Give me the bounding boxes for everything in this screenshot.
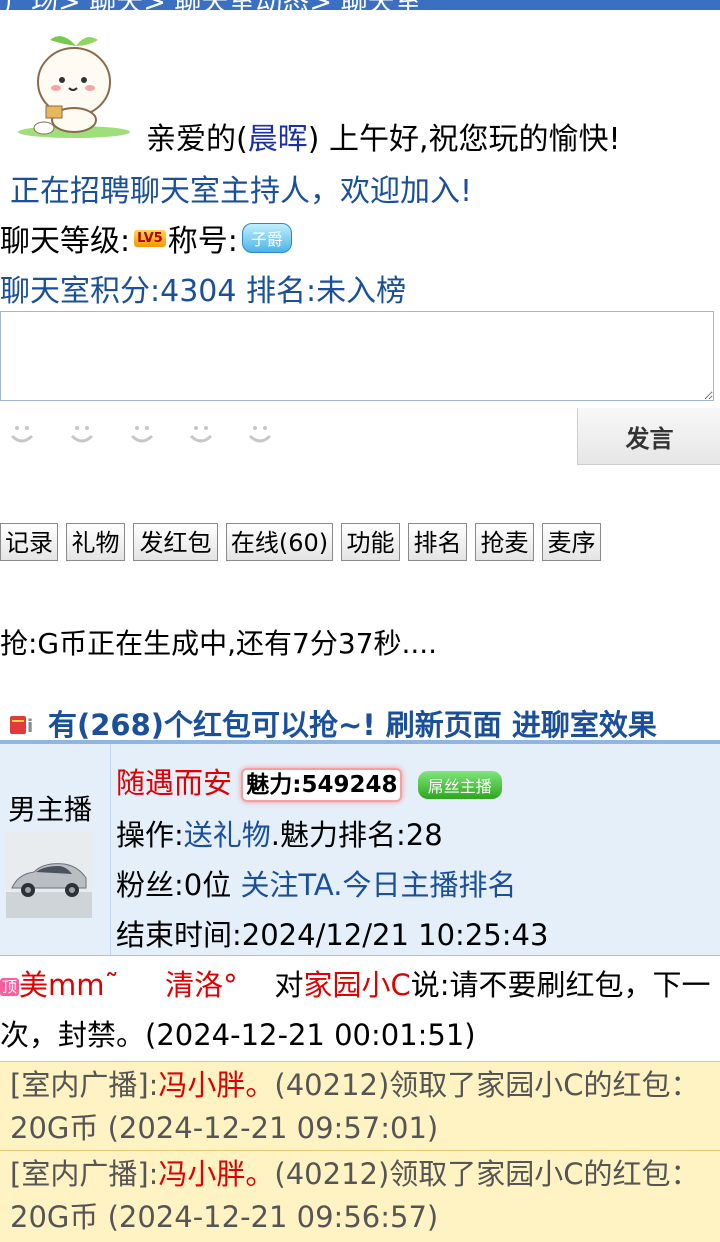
broadcast-user-link[interactable]: 冯小胖。 xyxy=(158,1157,274,1191)
greeting-prefix: 亲爱的( xyxy=(146,122,248,157)
refresh-page-link[interactable]: 刷新页面 xyxy=(386,702,502,744)
charm-rank-value: 28 xyxy=(405,818,443,852)
grab-mic-button[interactable]: 抢麦 xyxy=(475,523,534,561)
smile-icon[interactable] xyxy=(187,420,215,448)
recruit-host-link[interactable]: 正在招聘聊天室主持人，欢迎加入! xyxy=(10,166,472,210)
chat-sender-link[interactable]: 美mm˜ xyxy=(19,968,119,1002)
grab-coins-status: 抢:G币正在生成中,还有7分37秒.... xyxy=(0,627,438,660)
online-button[interactable]: 在线(60) xyxy=(226,523,333,561)
charm-value: 549248 xyxy=(301,772,398,798)
level-badge-icon: LV5 xyxy=(134,229,166,247)
smile-icon[interactable] xyxy=(128,420,156,448)
anchor-end-time-row: 结束时间:2024/12/21 10:25:43 xyxy=(116,912,548,954)
anchor-name-link[interactable]: 随遇而安 xyxy=(116,766,232,800)
chat-sender2-link[interactable]: 清洛° xyxy=(165,968,238,1002)
anchor-fans-row: 粉丝:0位 关注TA.今日主播排名 xyxy=(116,862,516,904)
send-red-packet-button[interactable]: 发红包 xyxy=(133,523,218,561)
records-button[interactable]: 记录 xyxy=(0,523,58,561)
room-effects-link[interactable]: 进聊室效果 xyxy=(512,702,657,744)
ranking-button[interactable]: 排名 xyxy=(408,523,467,561)
breadcrumb[interactable]: 广场> 聊天> 聊天室动态> 聊天室 xyxy=(4,0,422,10)
red-packet-count-link[interactable]: 有(268)个红包可以抢~! xyxy=(48,702,376,744)
rank-label: 排名: xyxy=(236,274,317,309)
anchor-panel: 男主播 随遇而安 魅力:549248 屌丝主播 操作:送礼物.魅力排名:28 粉… xyxy=(0,740,720,956)
end-time-value: 2024/12/21 10:25:43 xyxy=(241,918,549,952)
broadcast-prefix: [室内广播]: xyxy=(10,1068,159,1102)
username-link[interactable]: 晨晖 xyxy=(248,122,308,157)
broadcast-message: [室内广播]:冯小胖。(40212)领取了家园小C的红包：20G币 (2024-… xyxy=(0,1150,720,1242)
red-packet-icon: i xyxy=(10,716,33,736)
anchor-avatar[interactable] xyxy=(6,832,92,918)
anchor-type-badge-icon: 屌丝主播 xyxy=(417,771,502,799)
chat-message: 顶美mm˜ 清洛° 对家园小C说:请不要刷红包，下一次，封禁。(2024-12-… xyxy=(0,960,714,1060)
anchor-role: 男主播 xyxy=(8,793,93,826)
fans-label: 粉丝: xyxy=(116,868,184,902)
chat-to-prefix: 对 xyxy=(274,968,304,1002)
charm-rank-label: .魅力排名: xyxy=(270,818,406,852)
svg-text:i: i xyxy=(27,716,33,736)
chat-points-row[interactable]: 聊天室积分:4304 排名:未入榜 xyxy=(0,266,406,310)
smile-icon[interactable] xyxy=(8,420,36,448)
greeting: 亲爱的(晨晖) 上午好,祝您玩的愉快! xyxy=(146,114,621,158)
mic-queue-button[interactable]: 麦序 xyxy=(542,523,601,561)
charm-badge: 魅力:549248 xyxy=(241,768,403,802)
sprout-mascot-icon xyxy=(18,36,130,138)
send-gift-link[interactable]: 送礼物 xyxy=(184,818,271,852)
fans-value: 0位 xyxy=(183,868,232,902)
functions-button[interactable]: 功能 xyxy=(341,523,400,561)
send-button[interactable]: 发言 xyxy=(577,408,720,465)
broadcast-message: [室内广播]:冯小胖。(40212)领取了家园小C的红包：20G币 (2024-… xyxy=(0,1061,720,1153)
smile-icon[interactable] xyxy=(68,420,96,448)
points-value: 4304 xyxy=(160,274,237,309)
anchor-left-column: 男主播 xyxy=(0,744,111,955)
gifts-button[interactable]: 礼物 xyxy=(66,523,125,561)
title-badge-icon: 子爵 xyxy=(241,223,292,253)
red-packet-banner: i 有(268)个红包可以抢~! 刷新页面 进聊室效果 xyxy=(8,702,657,744)
points-label: 聊天室积分: xyxy=(0,274,161,309)
broadcast-prefix: [室内广播]: xyxy=(10,1157,159,1191)
chat-level-label: 聊天等级: xyxy=(0,224,131,259)
anchor-name-row: 随遇而安 魅力:549248 屌丝主播 xyxy=(116,760,502,802)
today-anchor-rank-link[interactable]: .今日主播排名 xyxy=(333,868,516,902)
op-label: 操作: xyxy=(116,818,184,852)
follow-link[interactable]: 关注TA xyxy=(240,868,333,902)
rank-value: 未入榜 xyxy=(316,274,407,309)
message-input[interactable] xyxy=(0,311,714,401)
chat-level-row: 聊天等级: LV5 称号: 子爵 xyxy=(0,216,292,260)
charm-label: 魅力: xyxy=(246,772,302,798)
anchor-operations-row: 操作:送礼物.魅力排名:28 xyxy=(116,812,443,854)
smile-icon[interactable] xyxy=(246,420,274,448)
title-label: 称号: xyxy=(167,224,238,259)
vip-badge-icon: 顶 xyxy=(0,978,20,996)
greeting-suffix: ) 上午好,祝您玩的愉快! xyxy=(307,122,621,157)
chat-target-link[interactable]: 家园小C xyxy=(304,968,411,1002)
breadcrumb-bar: 广场> 聊天> 聊天室动态> 聊天室 xyxy=(0,0,720,10)
end-time-label: 结束时间: xyxy=(116,918,242,952)
broadcast-user-link[interactable]: 冯小胖。 xyxy=(158,1068,274,1102)
